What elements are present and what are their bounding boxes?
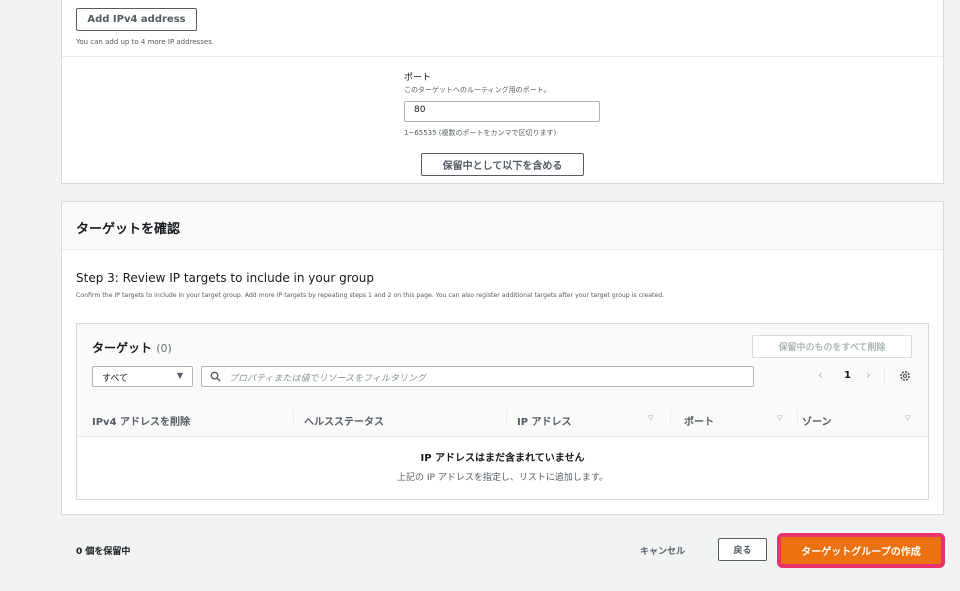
search-input[interactable]: プロパティまたは値でリソースをフィルタリング [201,366,754,387]
column-zone[interactable]: ゾーン [802,413,832,428]
review-targets-panel: ターゲットを確認 Step 3: Review IP targets to in… [61,201,944,515]
cancel-button[interactable]: キャンセル [640,544,685,557]
chevron-right-icon[interactable]: › [866,368,871,382]
divider [62,56,943,57]
port-range-hint: 1~65535 (複数のポートをカンマで区切ります) [404,129,557,137]
column-remove-ipv4: IPv4 アドレスを削除 [92,417,191,428]
back-button[interactable]: 戻る [718,538,767,561]
add-ipv4-button[interactable]: Add IPv4 address [76,8,197,31]
table-title-label: ターゲット [92,341,153,355]
caret-down-icon: ▼ [176,371,183,380]
sort-icon[interactable]: ▽ [905,414,910,422]
add-ip-hint: You can add up to 4 more IP addresses. [76,38,215,46]
search-icon [210,371,221,382]
create-target-group-button[interactable]: ターゲットグループの作成 [781,537,941,564]
gear-icon[interactable] [899,370,911,382]
port-input[interactable]: 80 [404,101,600,122]
sort-icon[interactable]: ▽ [648,414,653,422]
table-header: ターゲット (0) 保留中のものをすべて削除 すべて ▼ プロパティまたは値でリ… [77,324,928,437]
column-ip-address[interactable]: IP アドレス [517,413,572,428]
review-title: ターゲットを確認 [76,222,181,237]
table-title: ターゲット (0) [92,339,172,356]
empty-state-title: IP アドレスはまだ含まれていません [420,453,585,464]
pending-count: 0 個を保留中 [76,547,131,557]
step-description: Confirm the IP targets to include in you… [76,292,665,299]
review-header: ターゲットを確認 [62,202,943,250]
filter-select-value: すべて [102,374,129,384]
page-number[interactable]: 1 [844,370,851,381]
column-separator [293,410,294,426]
sort-icon[interactable]: ▽ [777,414,782,422]
chevron-left-icon[interactable]: ‹ [818,368,823,382]
port-input-value: 80 [414,105,426,115]
column-separator [797,410,798,426]
column-health-status[interactable]: ヘルスステータス [304,413,384,428]
port-label: ポート [404,73,432,83]
ip-entry-panel: Add IPv4 address You can add up to 4 mor… [61,0,944,184]
targets-table: ターゲット (0) 保留中のものをすべて削除 すべて ▼ プロパティまたは値でリ… [76,323,929,500]
remove-all-pending-button[interactable]: 保留中のものをすべて削除 [752,335,912,358]
include-as-pending-button[interactable]: 保留中として以下を含める [421,153,584,176]
table-count: (0) [156,342,172,355]
port-description: このターゲットへのルーティング用のポート。 [404,86,551,94]
step-title: Step 3: Review IP targets to include in … [76,271,374,285]
pagination-divider [884,367,885,386]
filter-select[interactable]: すべて ▼ [92,366,193,387]
empty-state-description: 上記の IP アドレスを指定し、リストに追加します。 [397,473,608,483]
column-port[interactable]: ポート [684,413,714,428]
search-placeholder: プロパティまたは値でリソースをフィルタリング [229,374,426,384]
column-separator [506,410,507,426]
column-separator [670,410,671,426]
